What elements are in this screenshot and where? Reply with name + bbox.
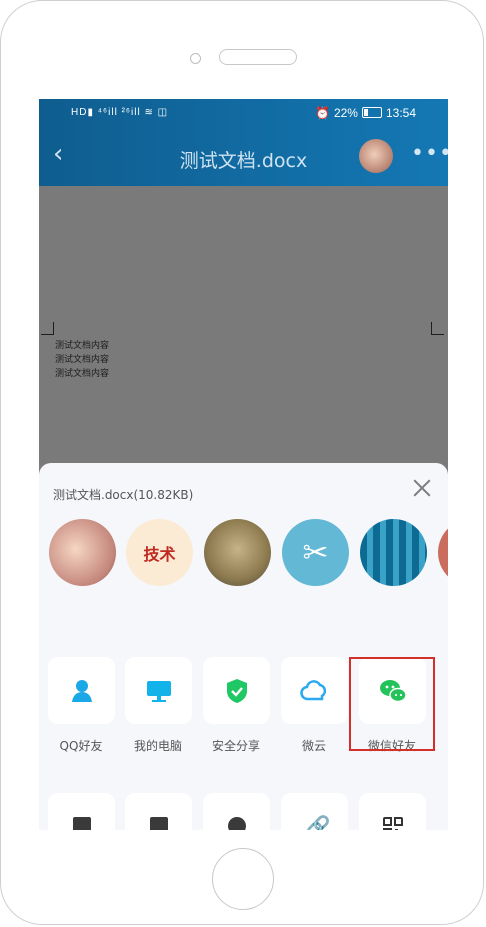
share-weiyun-label: 微云 [301, 739, 326, 753]
document-line: 测试文档内容 [55, 341, 110, 351]
share-my-computer-button[interactable] [125, 657, 192, 724]
status-bar: HD▮ ⁴⁶ill ²⁶ill ≋ ◫ ⏰ 22% 13:54 [39, 99, 448, 129]
page-corner-left [41, 322, 54, 335]
front-camera [190, 53, 201, 64]
share-weiyun-button[interactable] [281, 657, 348, 724]
share-file-label: 测试文档.docx(10.82KB) [53, 488, 194, 502]
share-qr-button[interactable] [359, 793, 426, 830]
avatar[interactable] [359, 139, 393, 173]
status-right: ⏰ 22% 13:54 [311, 106, 416, 120]
recent-contacts: 技术 ✂ [49, 519, 448, 589]
contact-scissors-avatar[interactable]: ✂ [282, 519, 349, 586]
share-secure-button[interactable] [203, 657, 270, 724]
share-my-computer-label: 我的电脑 [133, 739, 182, 753]
share-sheet: 测试文档.docx(10.82KB) 技术 ✂ QQ好友 我的电脑 安全分享 微… [39, 463, 448, 830]
status-time: 13:54 [385, 106, 416, 120]
share-secure-label: 安全分享 [211, 739, 260, 753]
phone-frame: HD▮ ⁴⁶ill ²⁶ill ≋ ◫ ⏰ 22% 13:54 ‹ 测试文档.doc… [0, 0, 484, 925]
contact-pig-avatar[interactable] [49, 519, 116, 586]
close-icon[interactable] [411, 477, 433, 499]
qq-friend-icon [71, 679, 92, 702]
shield-check-icon [226, 678, 247, 703]
contact-tech-avatar[interactable]: 技术 [126, 519, 193, 586]
home-button[interactable] [212, 848, 274, 910]
share-minus-button[interactable] [203, 793, 270, 830]
contact-partial-avatar[interactable] [438, 519, 448, 586]
wechat-highlight-box [349, 657, 435, 751]
document-icon [72, 817, 91, 830]
share-document-button[interactable] [48, 793, 115, 830]
share-link-button[interactable]: 🔗 [281, 793, 348, 830]
document-line: 测试文档内容 [55, 355, 110, 365]
share-qq-friend-label: QQ好友 [59, 739, 103, 753]
share-file-button[interactable] [125, 793, 192, 830]
qr-code-icon [382, 817, 403, 830]
contact-statue-avatar[interactable] [204, 519, 271, 586]
more-options-icon[interactable]: ••• [411, 141, 448, 166]
link-icon: 🔗 [305, 814, 331, 830]
earpiece-speaker [219, 49, 297, 65]
minus-circle-icon [227, 817, 246, 830]
share-qq-friend-button[interactable] [48, 657, 115, 724]
battery-icon [361, 107, 382, 118]
app-header: ‹ 测试文档.docx ••• [39, 129, 448, 186]
alarm-icon: ⏰ [314, 106, 330, 120]
file-icon [149, 817, 168, 830]
document-line: 测试文档内容 [55, 369, 110, 379]
page-corner-right [431, 322, 444, 335]
battery-percent: 22% [333, 106, 358, 120]
computer-icon [146, 680, 171, 702]
cloud-icon [299, 679, 326, 700]
status-left-indicators: HD▮ ⁴⁶ill ²⁶ill ≋ ◫ [71, 107, 169, 118]
contact-blue-avatar[interactable] [360, 519, 427, 586]
document-content: 测试文档内容 测试文档内容 测试文档内容 [55, 339, 109, 381]
phone-screen: HD▮ ⁴⁶ill ²⁶ill ≋ ◫ ⏰ 22% 13:54 ‹ 测试文档.doc… [39, 99, 448, 830]
